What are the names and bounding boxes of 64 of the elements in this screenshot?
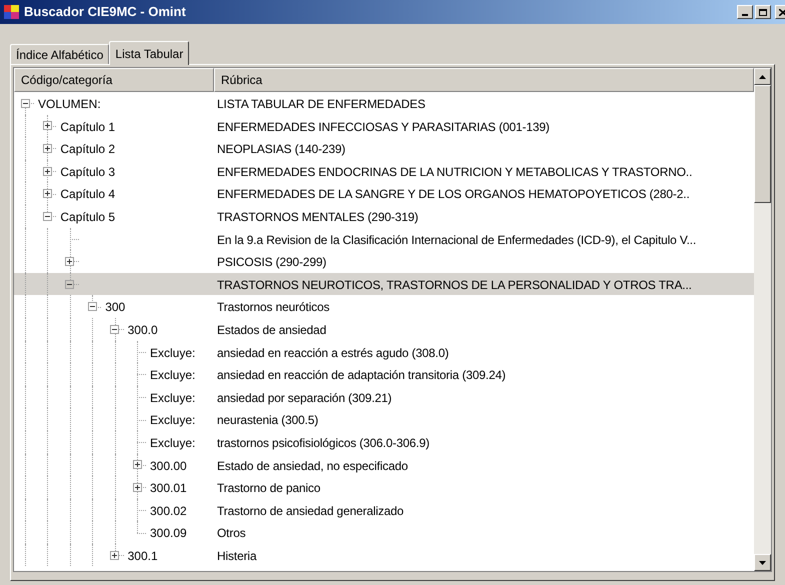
tree-row[interactable]: 300.01 Trastorno de panico xyxy=(14,476,754,499)
category-code: 300.0 xyxy=(128,322,158,339)
tree-row[interactable]: 300.09 Otros xyxy=(14,521,754,544)
rubric-text: Trastorno de panico xyxy=(216,480,320,498)
rubric-text: ansiedad en reacción de adaptación transitoria (309.24) xyxy=(216,367,506,384)
category-code: Excluye: xyxy=(150,412,196,430)
category-code: 300.09 xyxy=(150,525,187,542)
rubric-text: Trastornos neuróticos xyxy=(216,299,330,316)
rubric-text: Estados de ansiedad xyxy=(216,322,326,339)
tree-row[interactable]: 300.0 Estados de ansiedad xyxy=(14,318,754,341)
rubric-text: trastornos psicofisiológicos (306.0-306.9) xyxy=(216,434,430,452)
category-code: Capítulo 4 xyxy=(60,186,116,204)
category-code: 300.00 xyxy=(150,458,187,474)
category-code: Excluye: xyxy=(150,344,196,362)
column-header[interactable]: Rúbrica xyxy=(214,68,754,92)
tree-row[interactable]: Excluye: ansiedad en reacción a estrés agudo (308.0) xyxy=(14,340,754,364)
tree-row[interactable]: VOLUMEN: LISTA TABULAR DE ENFERMEDADES xyxy=(14,92,754,115)
category-code: Excluye: xyxy=(150,434,196,452)
tree-row[interactable]: 300 Trastornos neuróticos xyxy=(14,295,754,318)
tree-row[interactable]: 300.00 Estado de ansiedad, no especificado xyxy=(14,454,754,476)
tree-row[interactable]: 300.1 Histeria xyxy=(14,544,754,566)
tree-row[interactable]: Excluye: ansiedad por separación (309.21) xyxy=(14,386,754,408)
category-code: Capítulo 3 xyxy=(60,164,116,181)
rubric-text: ENFERMEDADES DE LA SANGRE Y DE LOS ORGANOS HEMATOPOYETICOS (280-2.. xyxy=(216,186,690,204)
rubric-text: ENFERMEDADES ENDOCRINAS DE LA NUTRICION Y METABOLICAS Y TRASTORNO.. xyxy=(216,164,692,181)
rubric-text: TRASTORNOS MENTALES (290-319) xyxy=(216,208,418,226)
category-code: Capítulo 1 xyxy=(60,118,116,136)
column-header[interactable]: Código/categoría xyxy=(14,68,214,92)
tree-row[interactable]: Excluye: ansiedad en reacción de adaptación transitoria (309.24) xyxy=(14,363,754,386)
tree-row[interactable]: Excluye: trastornos psicofisiológicos (306.0-306.9) xyxy=(14,430,754,454)
tree-row[interactable]: 300.02 Trastorno de ansiedad generalizado xyxy=(14,498,754,522)
category-code: 300.1 xyxy=(128,548,158,565)
tree-row[interactable]: Capítulo 3 ENFERMEDADES ENDOCRINAS DE LA NUTRICION Y METABOLICAS Y TRASTORNO.. xyxy=(14,160,754,182)
rubric-text: TRASTORNOS NEUROTICOS, TRASTORNOS DE LA PERSONALIDAD Y OTROS TRA... xyxy=(216,276,692,294)
rubric-text: NEOPLASIAS (140-239) xyxy=(216,141,346,158)
tree-row[interactable]: Capítulo 5 TRASTORNOS MENTALES (290-319) xyxy=(14,204,754,228)
tree-row[interactable]: Excluye: neurastenia (300.5) xyxy=(14,408,754,431)
category-code: Excluye: xyxy=(150,390,196,407)
rubric-text: Otros xyxy=(216,525,246,542)
rubric-text: ansiedad en reacción a estrés agudo (308.0) xyxy=(216,344,449,362)
window-title: Buscador CIE9MC - Omint xyxy=(24,3,186,22)
tree-row[interactable]: TRASTORNOS NEUROTICOS, TRASTORNOS DE LA PERSONALIDAD Y OTROS TRA... xyxy=(14,272,754,296)
rubric-text: LISTA TABULAR DE ENFERMEDADES xyxy=(216,96,426,113)
category-code: VOLUMEN: xyxy=(38,96,101,113)
category-code: 300 xyxy=(105,299,126,316)
tab[interactable]: Índice Alfabético xyxy=(10,44,110,64)
tree-row[interactable]: En la 9.a Revision de la Clasificación Internacional de Enfermedades (ICD-9), el Capitulo V... xyxy=(14,228,754,250)
category-code: Excluye: xyxy=(150,367,196,384)
category-code: 300.02 xyxy=(150,502,187,520)
rubric-text: neurastenia (300.5) xyxy=(216,412,318,430)
rubric-text: Histeria xyxy=(216,548,256,565)
rubric-text: En la 9.a Revision de la Clasificación Internacional de Enfermedades (ICD-9), el Capitulo V... xyxy=(216,232,696,249)
category-code: Capítulo 5 xyxy=(60,208,116,226)
tree-row[interactable]: Capítulo 1 ENFERMEDADES INFECCIOSAS Y PARASITARIAS (001-139) xyxy=(14,114,754,138)
tree-row[interactable]: Capítulo 4 ENFERMEDADES DE LA SANGRE Y DE LOS ORGANOS HEMATOPOYETICOS (280-2.. xyxy=(14,182,754,205)
tree-row[interactable]: Capítulo 2 NEOPLASIAS (140-239) xyxy=(14,137,754,160)
rubric-text: Trastorno de ansiedad generalizado xyxy=(216,502,404,520)
tab[interactable]: Lista Tabular xyxy=(109,41,190,65)
category-code: 300.01 xyxy=(150,480,187,498)
rubric-text: ansiedad por separación (309.21) xyxy=(216,390,392,407)
rubric-text: ENFERMEDADES INFECCIOSAS Y PARASITARIAS (001-139) xyxy=(216,118,550,136)
rubric-text: PSICOSIS (290-299) xyxy=(216,254,326,272)
category-code: Capítulo 2 xyxy=(60,141,116,158)
rubric-text: Estado de ansiedad, no especificado xyxy=(216,458,408,474)
